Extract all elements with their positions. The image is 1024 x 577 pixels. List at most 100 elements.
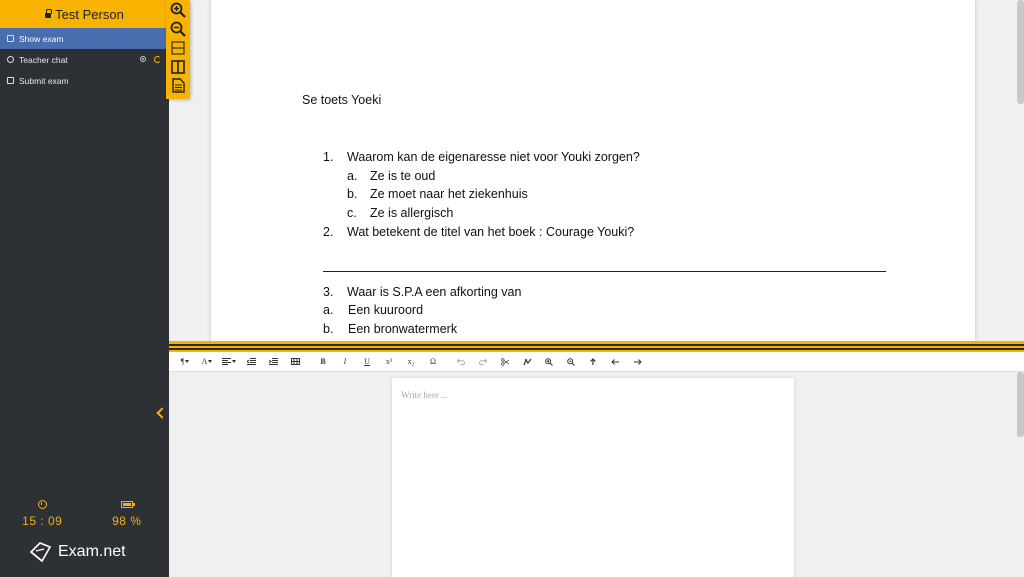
question-number: 2. [323, 225, 334, 239]
move-up-button[interactable] [582, 354, 604, 370]
special-char-button[interactable]: Ω [422, 354, 444, 370]
exam-page: Se toets Yoeki 1. Waarom kan de eigenare… [211, 0, 975, 341]
chart-button[interactable] [516, 354, 538, 370]
question-text: Waar is S.P.A een afkorting van [347, 285, 522, 299]
indent-button[interactable] [262, 354, 284, 370]
outdent-button[interactable] [240, 354, 262, 370]
sidebar-item-teacher-chat[interactable]: Teacher chat [0, 49, 169, 70]
answer-page [392, 378, 794, 577]
sidebar-item-label: Show exam [19, 33, 64, 44]
sidebar-item-submit-exam[interactable]: Submit exam [0, 70, 169, 91]
sidebar-item-show-exam[interactable]: Show exam [0, 28, 169, 49]
move-left-button[interactable] [604, 354, 626, 370]
arrow-left-icon [610, 358, 619, 365]
horizontal-split-button[interactable] [166, 38, 190, 57]
paragraph-format-button[interactable]: ¶ [174, 354, 196, 370]
option-label: a. [347, 169, 358, 183]
redo-button[interactable] [472, 354, 494, 370]
editor-zoom-in-button[interactable] [538, 354, 560, 370]
app: Test Person Show exam Teacher chat Submi… [0, 0, 1024, 577]
zoom-out-button[interactable] [166, 19, 190, 38]
edit-icon [7, 35, 14, 42]
brand-name: Exam.net [58, 543, 126, 560]
chat-actions [140, 56, 169, 63]
zoom-in-icon [545, 357, 553, 366]
brand-logo: Exam.net [28, 540, 126, 564]
question-text: Wat betekent de titel van het boek : Cou… [347, 225, 635, 239]
collapse-sidebar-icon[interactable] [154, 406, 166, 420]
zoom-in-button[interactable] [166, 0, 190, 19]
answer-input[interactable] [401, 390, 781, 570]
align-left-icon [222, 358, 231, 365]
user-bar: Test Person [0, 0, 169, 28]
font-button[interactable]: A [196, 354, 218, 370]
battery: 98 % [85, 497, 170, 528]
settings-icon[interactable] [140, 56, 146, 62]
underline-button[interactable]: U [356, 354, 378, 370]
subscript-button[interactable]: x₂ [400, 354, 422, 370]
answer-editor-area [169, 372, 1024, 577]
lock-icon [45, 8, 53, 18]
align-button[interactable] [218, 354, 240, 370]
table-button[interactable] [284, 354, 306, 370]
exam-title: Se toets Yoeki [302, 93, 382, 107]
option-text: Ze is allergisch [370, 206, 454, 220]
zoom-in-icon [170, 2, 186, 18]
arrow-up-icon [590, 357, 596, 365]
checkbox-icon [7, 77, 14, 84]
italic-icon: I [343, 357, 347, 366]
logo-icon [29, 542, 52, 563]
move-right-button[interactable] [626, 354, 648, 370]
user-name: Test Person [55, 6, 124, 22]
horizontal-split-icon [171, 40, 185, 55]
editor-scrollbar[interactable] [1017, 372, 1024, 437]
zoom-out-icon [170, 21, 186, 37]
option-text: Ze moet naar het ziekenhuis [370, 187, 528, 201]
superscript-button[interactable]: x² [378, 354, 400, 370]
sidebar: Test Person Show exam Teacher chat Submi… [0, 0, 169, 577]
question-number: 3. [323, 285, 334, 299]
underline-icon: U [364, 357, 370, 366]
option-text: Een kuuroord [348, 303, 424, 317]
option-label: b. [347, 187, 358, 201]
option-label: a. [323, 303, 334, 317]
document-view-button[interactable] [166, 76, 190, 95]
italic-button[interactable]: I [334, 354, 356, 370]
vertical-split-icon [171, 59, 185, 74]
redo-icon [479, 358, 487, 365]
clock-icon [37, 499, 47, 509]
status-panel: 15 : 09 98 % [0, 497, 169, 528]
viewer-scrollbar[interactable] [1017, 0, 1024, 104]
subscript-icon: x₂ [407, 357, 415, 366]
answer-line [323, 271, 886, 272]
cut-button[interactable] [494, 354, 516, 370]
bold-icon: B [320, 357, 326, 366]
battery-icon [120, 500, 135, 508]
sidebar-menu: Show exam Teacher chat Submit exam [0, 28, 169, 91]
omega-icon: Ω [430, 357, 436, 366]
undo-button[interactable] [450, 354, 472, 370]
scissors-icon [501, 357, 509, 366]
timer: 15 : 09 [0, 497, 85, 528]
option-text: Een bronwatermerk [348, 322, 458, 336]
sidebar-item-label: Submit exam [19, 75, 69, 86]
refresh-icon[interactable] [154, 56, 161, 63]
editor-toolbar: ¶ A B I U x² x₂ Ω [169, 352, 1024, 372]
option-label: c. [347, 206, 357, 220]
paragraph-icon: ¶ [180, 357, 185, 366]
bold-button[interactable]: B [312, 354, 334, 370]
question-text: Waarom kan de eigenaresse niet voor Youk… [347, 150, 640, 164]
outdent-icon [246, 358, 256, 365]
document-icon [171, 78, 185, 93]
indent-icon [268, 358, 278, 365]
battery-value: 98 % [112, 514, 142, 528]
exam-viewer[interactable]: Se toets Yoeki 1. Waarom kan de eigenare… [169, 0, 1024, 341]
editor-zoom-out-button[interactable] [560, 354, 582, 370]
option-text: Ze is te oud [370, 169, 436, 183]
view-tools [166, 0, 190, 99]
font-icon: A [201, 357, 208, 366]
vertical-split-button[interactable] [166, 57, 190, 76]
split-divider[interactable] [169, 341, 1024, 352]
arrow-right-icon [633, 358, 642, 365]
chat-icon [7, 56, 14, 63]
